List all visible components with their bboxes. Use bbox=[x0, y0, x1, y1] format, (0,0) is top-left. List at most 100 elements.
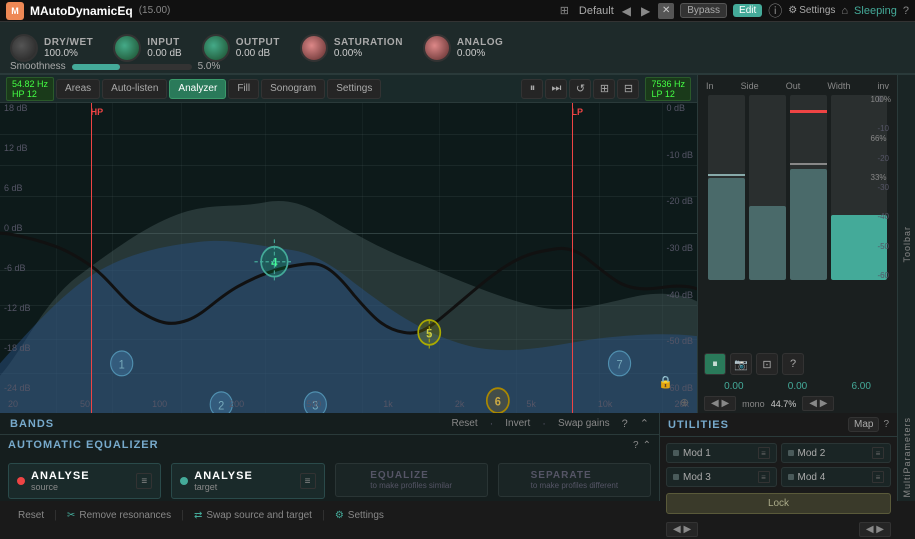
mod1-menu[interactable]: ≡ bbox=[758, 447, 770, 459]
output-knob[interactable] bbox=[202, 34, 230, 62]
in-val: 0.00 bbox=[704, 381, 764, 392]
left-chevron-button[interactable]: ◀ ▶ bbox=[704, 396, 736, 411]
reset-action-button[interactable]: Reset bbox=[18, 510, 44, 521]
help-btn2[interactable]: ? bbox=[782, 353, 804, 375]
reset-bands-button[interactable]: Reset bbox=[451, 418, 477, 429]
utilities-help-icon[interactable]: ? bbox=[883, 419, 889, 430]
tab-areas[interactable]: Areas bbox=[56, 79, 100, 99]
separate-button[interactable]: SEPARATE to make profiles different bbox=[498, 463, 651, 497]
auto-eq-columns: ANALYSE source ≡ ANALYSE target ≡ bbox=[8, 463, 651, 499]
forward-button[interactable]: ⏭ bbox=[545, 79, 567, 99]
remove-resonances-button[interactable]: ✂ Remove resonances bbox=[67, 510, 171, 521]
analyse-target-dot bbox=[180, 477, 188, 485]
in-label: In bbox=[706, 81, 714, 91]
bypass-button[interactable]: Bypass bbox=[680, 3, 727, 18]
analyse-source-label: ANALYSE bbox=[31, 470, 90, 482]
side-label: Side bbox=[741, 81, 759, 91]
analog-knob[interactable] bbox=[423, 34, 451, 62]
db-labels-left: 18 dB 12 dB 6 dB 0 dB -6 dB -12 dB -18 d… bbox=[4, 103, 31, 393]
in-meter-fill bbox=[708, 178, 745, 280]
mono-label: mono bbox=[742, 399, 765, 409]
top-bar: M MAutoDynamicEq (15.00) ⊞ Default ◀ ▶ ✕… bbox=[0, 0, 915, 22]
smoothness-label: Smoothness bbox=[10, 61, 66, 72]
input-knob[interactable] bbox=[113, 34, 141, 62]
invert-bands-button[interactable]: Invert bbox=[505, 418, 530, 429]
close-button[interactable]: ✕ bbox=[658, 3, 674, 19]
auto-eq-header: AUTOMATIC EQUALIZER ? ⌃ bbox=[8, 439, 651, 451]
output-value: 0.00 dB bbox=[236, 48, 280, 59]
mod1-item[interactable]: Mod 1 ≡ bbox=[666, 443, 777, 463]
auto-eq-help-icon[interactable]: ? bbox=[633, 440, 639, 451]
mod4-item[interactable]: Mod 4 ≡ bbox=[781, 467, 892, 487]
map-button[interactable]: Map bbox=[848, 417, 879, 432]
mod4-label: Mod 4 bbox=[798, 472, 826, 483]
freq-labels: 20 50 100 200 500 1k 2k 5k 10k 20k bbox=[0, 399, 697, 409]
bands-title: BANDS bbox=[10, 418, 54, 430]
mod4-menu[interactable]: ≡ bbox=[872, 471, 884, 483]
tab-sonogram[interactable]: Sonogram bbox=[261, 79, 325, 99]
mod3-item[interactable]: Mod 3 ≡ bbox=[666, 467, 777, 487]
mod2-item[interactable]: Mod 2 ≡ bbox=[781, 443, 892, 463]
swap-source-target-button[interactable]: ⇄ Swap source and target bbox=[194, 510, 312, 521]
mod1-label: Mod 1 bbox=[683, 448, 711, 459]
smoothness-track[interactable] bbox=[72, 64, 192, 70]
in-meter-peak bbox=[708, 174, 745, 176]
prev-preset-button[interactable]: ◀ bbox=[620, 4, 633, 18]
analyse-target-button[interactable]: ANALYSE target ≡ bbox=[171, 463, 324, 499]
equalize-label: EQUALIZE bbox=[370, 470, 452, 481]
mod3-label: Mod 3 bbox=[683, 472, 711, 483]
settings-button[interactable]: ⚙ Settings bbox=[788, 5, 835, 16]
camera-button[interactable]: 📷 bbox=[730, 353, 752, 375]
eq-canvas[interactable]: 1 2 3 4 5 6 bbox=[0, 103, 697, 413]
mod3-menu[interactable]: ≡ bbox=[758, 471, 770, 483]
play-pause-button[interactable]: ⏸ bbox=[704, 353, 726, 375]
utilities-right-chevron[interactable]: ◀ ▶ bbox=[859, 522, 891, 537]
equalize-button[interactable]: EQUALIZE to make profiles similar bbox=[335, 463, 488, 497]
drywet-knob[interactable] bbox=[10, 34, 38, 62]
zoom-icon[interactable]: ⊕ bbox=[680, 396, 689, 409]
auto-eq-collapse-icon[interactable]: ⌃ bbox=[643, 440, 651, 451]
analog-value: 0.00% bbox=[457, 48, 503, 59]
drywet-param: DRY/WET 100.0% bbox=[10, 34, 93, 62]
lock-button[interactable]: Lock bbox=[666, 493, 891, 514]
tab-settings[interactable]: Settings bbox=[327, 79, 381, 99]
copy-button[interactable]: ⊡ bbox=[756, 353, 778, 375]
out-meter-peak bbox=[790, 163, 827, 165]
inv-label: inv bbox=[877, 81, 889, 91]
swap-gains-button[interactable]: Swap gains bbox=[558, 418, 610, 429]
analyse-source-button[interactable]: ANALYSE source ≡ bbox=[8, 463, 161, 499]
mod2-dot bbox=[788, 450, 794, 456]
tab-autolisten[interactable]: Auto-listen bbox=[102, 79, 167, 99]
bands-collapse-icon[interactable]: ⌃ bbox=[640, 417, 649, 430]
mod-grid: Mod 1 ≡ Mod 2 ≡ Mod 3 ≡ Mod 4 ≡ bbox=[660, 437, 897, 493]
home-icon[interactable]: ⌂ bbox=[841, 5, 848, 17]
width-66-label: 66% bbox=[871, 134, 891, 143]
analyse-source-menu[interactable]: ≡ bbox=[136, 473, 152, 489]
right-chevron-button[interactable]: ◀ ▶ bbox=[802, 396, 834, 411]
mod2-menu[interactable]: ≡ bbox=[872, 447, 884, 459]
utilities-left-chevron[interactable]: ◀ ▶ bbox=[666, 522, 698, 537]
settings-action-button[interactable]: ⚙ Settings bbox=[335, 510, 384, 521]
equalize-col: EQUALIZE to make profiles similar bbox=[335, 463, 488, 499]
bands-help-icon[interactable]: ? bbox=[622, 418, 628, 430]
analyse-target-sub: target bbox=[194, 482, 253, 492]
analyse-source-dot bbox=[17, 477, 25, 485]
lock-icon[interactable]: 🔒 bbox=[658, 375, 673, 389]
edit-button[interactable]: Edit bbox=[733, 4, 762, 17]
out-meter bbox=[790, 95, 827, 280]
pause-button[interactable]: ⏸ bbox=[521, 79, 543, 99]
separate-label: SEPARATE bbox=[531, 470, 618, 481]
analyse-target-menu[interactable]: ≡ bbox=[300, 473, 316, 489]
next-preset-button[interactable]: ▶ bbox=[639, 4, 652, 18]
analyse-target-label: ANALYSE bbox=[194, 470, 253, 482]
tab-fill[interactable]: Fill bbox=[228, 79, 259, 99]
help-icon[interactable]: ? bbox=[903, 5, 909, 17]
tab-analyzer[interactable]: Analyzer bbox=[169, 79, 226, 99]
hp-label: HP bbox=[91, 107, 104, 117]
resize-button[interactable]: ⊞ bbox=[593, 79, 615, 99]
input-param: INPUT 0.00 dB bbox=[113, 34, 181, 62]
saturation-knob[interactable] bbox=[300, 34, 328, 62]
info-icon: ⓘ bbox=[768, 1, 782, 21]
export-button[interactable]: ⊟ bbox=[617, 79, 639, 99]
reset-button[interactable]: ↺ bbox=[569, 79, 591, 99]
